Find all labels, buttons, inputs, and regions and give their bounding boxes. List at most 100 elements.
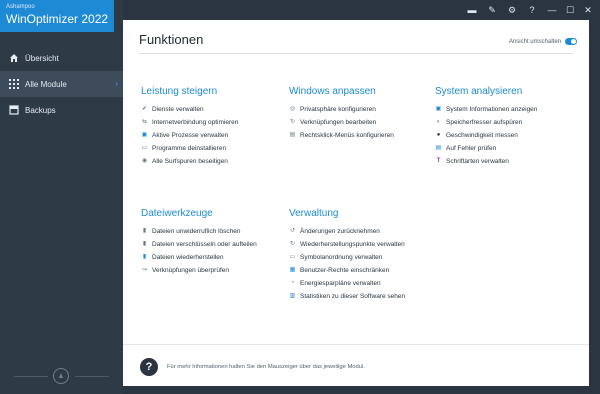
title-bar: ▬ ✎ ⚙ ? — ☐ ✕: [123, 0, 600, 20]
module-dienste[interactable]: ✔ Dienste verwalten: [141, 103, 238, 116]
module-label: Änderungen zurücknehmen: [300, 228, 380, 235]
main-panel: Funktionen Ansicht umschalten Leistung s…: [123, 20, 589, 386]
module-label: Auf Fehler prüfen: [446, 145, 497, 152]
module-energiesparplaene[interactable]: ◔ Energiesparpläne verwalten: [289, 277, 405, 290]
group-system-analysieren: System analysieren ▣ System Informationen…: [435, 86, 537, 168]
file-delete-icon: ▮: [142, 228, 147, 234]
module-symbolanordnung[interactable]: ▭ Symbolanordnung verwalten: [289, 251, 405, 264]
sidebar-item-backups[interactable]: Backups: [0, 97, 123, 123]
toggle-switch[interactable]: [565, 38, 577, 45]
power-icon: ◔: [290, 280, 295, 286]
module-label: System Informationen anzeigen: [446, 106, 538, 113]
link-check-icon: ↪: [141, 267, 148, 273]
backup-icon: [9, 105, 19, 115]
module-label: Dateien unwiderruflich löschen: [152, 228, 241, 235]
module-label: Statistiken zu dieser Software sehen: [300, 293, 406, 300]
sidebar: Ashampoo WinOptimizer 2022 Übersicht All…: [0, 0, 123, 394]
module-rechtsklick[interactable]: ▤ Rechtsklick-Menüs konfigurieren: [289, 129, 394, 142]
module-label: Dienste verwalten: [152, 106, 204, 113]
link-icon: ↻: [289, 119, 296, 125]
group-title[interactable]: Leistung steigern: [141, 86, 238, 97]
module-prozesse[interactable]: ▣ Aktive Prozesse verwalten: [141, 129, 238, 142]
module-systeminfo[interactable]: ▣ System Informationen anzeigen: [435, 103, 538, 116]
divider: [123, 344, 589, 345]
sidebar-item-label: Alle Module: [25, 79, 67, 89]
app-logo: Ashampoo WinOptimizer 2022: [0, 0, 114, 32]
speed-icon: ●: [436, 132, 441, 138]
view-toggle[interactable]: Ansicht umschalten: [509, 38, 577, 45]
logo-brand: Ashampoo: [6, 4, 35, 10]
info-icon: ▣: [435, 106, 442, 112]
file-lock-icon: ▮: [142, 241, 147, 247]
maximize-icon[interactable]: ☐: [563, 3, 577, 17]
module-label: Geschwindigkeit messen: [446, 132, 518, 139]
page-title: Funktionen: [139, 32, 204, 47]
module-internet[interactable]: ⇆ Internetverbindung optimieren: [141, 116, 238, 129]
module-privatsphaere[interactable]: ◎ Privatsphäre konfigurieren: [289, 103, 394, 116]
group-leistung-steigern: Leistung steigern ✔ Dienste verwalten ⇆ In…: [141, 86, 238, 168]
menu-icon: ▤: [289, 132, 296, 138]
chevron-right-icon: ›: [115, 79, 118, 88]
module-deinstallieren[interactable]: ▭ Programme deinstallieren: [141, 142, 238, 155]
module-speicherfresser[interactable]: ◐ Speicherfresser aufspüren: [435, 116, 537, 129]
module-verknuepfungen-bearbeiten[interactable]: ↻ Verknüpfungen bearbeiten: [289, 116, 394, 129]
minimize-icon[interactable]: —: [545, 3, 559, 17]
group-title[interactable]: System analysieren: [435, 86, 537, 97]
group-windows-anpassen: Windows anpassen ◎ Privatsphäre konfiguri…: [289, 86, 394, 142]
group-title[interactable]: Dateiwerkzeuge: [141, 208, 257, 219]
globe-icon: ◉: [141, 158, 148, 164]
module-verknuepfungen-pruefen[interactable]: ↪ Verknüpfungen überprüfen: [141, 264, 257, 277]
group-verwaltung: Verwaltung ↺ Änderungen zurücknehmen ↻ Wie…: [289, 208, 405, 303]
module-fehler[interactable]: ▤ Auf Fehler prüfen: [435, 142, 537, 155]
group-title[interactable]: Verwaltung: [289, 208, 405, 219]
module-loeschen[interactable]: ▮ Dateien unwiderruflich löschen: [141, 225, 257, 238]
chat-icon[interactable]: ▬: [465, 3, 479, 17]
module-schriftarten[interactable]: T Schriftarten verwalten: [435, 155, 537, 168]
module-label: Internetverbindung optimieren: [152, 119, 239, 126]
user-rights-icon: ▦: [289, 267, 296, 273]
module-label: Aktive Prozesse verwalten: [152, 132, 229, 139]
module-label: Privatsphäre konfigurieren: [300, 106, 376, 113]
check-icon: ▤: [435, 145, 442, 151]
module-wiederherstellungspunkte[interactable]: ↻ Wiederherstellungspunkte verwalten: [289, 238, 405, 251]
module-label: Benutzer-Rechte einschränken: [300, 267, 390, 274]
gear-icon[interactable]: ⚙: [505, 3, 519, 17]
sidebar-item-label: Backups: [25, 105, 56, 115]
file-restore-icon: ▮: [142, 254, 147, 260]
module-label: Programme deinstallieren: [152, 145, 227, 152]
group-title[interactable]: Windows anpassen: [289, 86, 394, 97]
module-statistiken[interactable]: ▥ Statistiken zu dieser Software sehen: [289, 290, 405, 303]
sidebar-item-uebersicht[interactable]: Übersicht: [0, 45, 123, 71]
divider: [14, 376, 48, 377]
module-label: Dateien wiederherstellen: [152, 254, 224, 261]
module-label: Speicherfresser aufspüren: [446, 119, 523, 126]
process-icon: ▣: [141, 132, 148, 138]
sidebar-item-alle-module[interactable]: Alle Module ›: [0, 71, 123, 97]
module-aenderungen[interactable]: ↺ Änderungen zurücknehmen: [289, 225, 405, 238]
module-label: Wiederherstellungspunkte verwalten: [300, 241, 405, 248]
edit-icon[interactable]: ✎: [485, 3, 499, 17]
module-geschwindigkeit[interactable]: ● Geschwindigkeit messen: [435, 129, 537, 142]
divider: [139, 53, 573, 54]
restore-point-icon: ↻: [289, 241, 296, 247]
help-icon[interactable]: ?: [525, 3, 539, 17]
close-icon[interactable]: ✕: [581, 3, 595, 17]
module-label: Dateien verschlüsseln oder aufteilen: [152, 241, 257, 248]
ashampoo-emblem-icon: ▲: [53, 368, 69, 384]
module-label: Verknüpfungen bearbeiten: [300, 119, 377, 126]
module-verschluesseln[interactable]: ▮ Dateien verschlüsseln oder aufteilen: [141, 238, 257, 251]
help-button[interactable]: ?: [140, 358, 158, 376]
desktop-icon: ▭: [289, 254, 296, 260]
divider: [75, 376, 109, 377]
module-label: Verknüpfungen überprüfen: [152, 267, 229, 274]
font-icon: T: [436, 158, 441, 164]
module-benutzerrechte[interactable]: ▦ Benutzer-Rechte einschränken: [289, 264, 405, 277]
module-label: Alle Surfspuren beseitigen: [152, 158, 228, 165]
module-wiederherstellen[interactable]: ▮ Dateien wiederherstellen: [141, 251, 257, 264]
module-label: Symbolanordnung verwalten: [300, 254, 383, 261]
sidebar-nav: Übersicht Alle Module › Backups: [0, 45, 123, 123]
eye-icon: ◎: [289, 106, 296, 112]
module-surfspuren[interactable]: ◉ Alle Surfspuren beseitigen: [141, 155, 238, 168]
statistics-icon: ▥: [289, 293, 296, 299]
uninstall-icon: ▭: [141, 145, 148, 151]
